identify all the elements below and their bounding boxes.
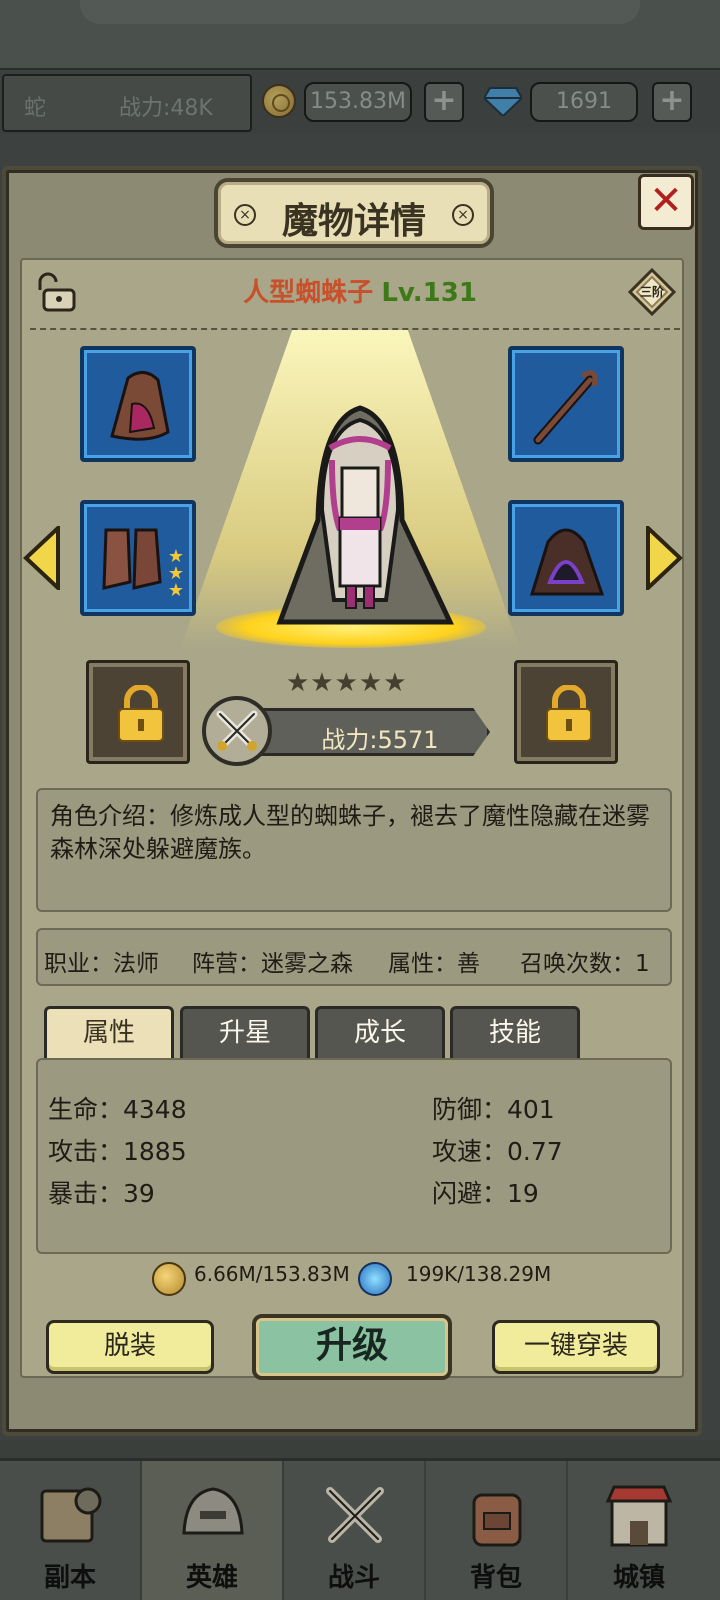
top-banner-decoration xyxy=(0,0,720,70)
nav-label: 战斗 xyxy=(327,1563,380,1593)
nav-heroes[interactable]: 英雄 xyxy=(142,1461,284,1600)
locked-slot-right[interactable] xyxy=(514,660,618,764)
gold-coin-icon xyxy=(262,84,296,118)
cloak-hood-icon xyxy=(529,528,605,596)
exp-cost: 199K/138.29M xyxy=(406,1262,552,1286)
hero-description-box: 角色介绍：修炼成人型的蜘蛛子，褪去了魔性隐藏在迷雾森林深处躲避魔族。 xyxy=(36,788,672,912)
rank-label: 三阶 xyxy=(639,285,664,299)
hero-description: 角色介绍：修炼成人型的蜘蛛子，褪去了魔性隐藏在迷雾森林深处躲避魔族。 xyxy=(50,802,650,863)
nav-dungeon[interactable]: 副本 xyxy=(0,1461,142,1600)
tab-skills[interactable]: 技能 xyxy=(450,1006,580,1060)
hero-title: 人型蜘蛛子 Lv.131 xyxy=(160,272,560,309)
stat-attack: 攻击：1885 xyxy=(48,1137,187,1166)
equip-all-button[interactable]: 一键穿装 xyxy=(492,1320,660,1374)
hero-star-rating: ★★★★★ xyxy=(286,668,408,698)
equip-slot-weapon[interactable] xyxy=(508,346,624,462)
nav-backpack[interactable]: 背包 xyxy=(426,1461,568,1600)
hero-attribute: 属性：善 xyxy=(388,951,480,977)
resource-bar: 蛇 战力:48K 153.83M + 1691 + xyxy=(0,72,720,134)
backpack-icon xyxy=(472,1493,522,1547)
staff-icon xyxy=(533,370,598,445)
dialog-title: 魔物详情 xyxy=(281,201,426,242)
stat-hp: 生命：4348 xyxy=(48,1095,187,1124)
swords-icon xyxy=(326,1487,384,1543)
stat-crit: 暴击：39 xyxy=(48,1179,155,1208)
banner-ornament xyxy=(80,0,640,24)
stats-panel: 生命：4348 防御：401 攻击：1885 攻速：0.77 暴击：39 闪避：… xyxy=(36,1058,672,1254)
gem-amount: 1691 xyxy=(530,82,638,122)
equip-slot-cloak[interactable] xyxy=(508,500,624,616)
exp-orb-icon xyxy=(358,1262,392,1296)
prev-hero-arrow-icon[interactable] xyxy=(22,526,62,590)
upgrade-button[interactable]: 升级 xyxy=(252,1314,452,1380)
rank-badge[interactable]: 三阶 xyxy=(627,267,677,317)
unequip-button[interactable]: 脱装 xyxy=(46,1320,214,1374)
helmet-icon xyxy=(182,1487,244,1535)
tab-growth[interactable]: 成长 xyxy=(315,1006,445,1060)
stat-attack-speed: 攻速：0.77 xyxy=(432,1137,563,1166)
hood-icon xyxy=(110,371,170,441)
locked-slot-left[interactable] xyxy=(86,660,190,764)
padlock-icon xyxy=(546,685,592,742)
stat-defense: 防御：401 xyxy=(432,1095,555,1124)
town-icon xyxy=(605,1485,673,1547)
close-button[interactable]: ✕ xyxy=(638,174,694,230)
nav-label: 城镇 xyxy=(612,1563,665,1593)
bottom-nav: 副本 英雄 战斗 背包 城镇 xyxy=(0,1458,720,1600)
add-gold-button[interactable]: + xyxy=(424,82,464,122)
combat-power-value: 战力:5571 xyxy=(321,726,439,754)
nav-label: 英雄 xyxy=(185,1563,238,1593)
player-info[interactable]: 蛇 战力:48K xyxy=(2,74,252,132)
swords-badge-icon xyxy=(216,710,258,751)
hero-info-row: 职业：法师 阵营：迷雾之森 属性：善 召唤次数：1 xyxy=(36,928,672,986)
player-power: 战力:48K xyxy=(119,96,213,121)
player-name: 蛇 xyxy=(24,96,47,121)
padlock-icon xyxy=(118,685,164,742)
hero-job: 职业：法师 xyxy=(44,951,159,977)
gold-cost: 6.66M/153.83M xyxy=(194,1262,350,1286)
nav-shadow xyxy=(0,1440,720,1460)
map-icon xyxy=(40,1487,102,1543)
nav-battle[interactable]: 战斗 xyxy=(284,1461,426,1600)
boots-stars: ★ ★ ★ xyxy=(167,546,184,601)
equip-slot-helmet[interactable] xyxy=(80,346,196,462)
unlock-icon[interactable] xyxy=(32,272,78,312)
tab-attributes[interactable]: 属性 xyxy=(44,1006,174,1060)
rivet-icon: × xyxy=(452,204,474,226)
stat-dodge: 闪避：19 xyxy=(432,1179,539,1208)
gold-amount: 153.83M xyxy=(304,82,412,122)
equip-slot-boots[interactable]: ★ ★ ★ xyxy=(80,500,196,616)
nav-label: 背包 xyxy=(469,1563,522,1593)
nav-town[interactable]: 城镇 xyxy=(568,1461,710,1600)
next-hero-arrow-icon[interactable] xyxy=(644,526,684,590)
tab-star-up[interactable]: 升星 xyxy=(180,1006,310,1060)
combat-power-bar: 战力:5571 xyxy=(250,708,490,756)
hero-name: 人型蜘蛛子 xyxy=(243,278,374,308)
gold-coin-icon xyxy=(152,1262,186,1296)
dialog-title-plate: × 魔物详情 × xyxy=(214,178,494,248)
hero-portrait[interactable] xyxy=(260,400,460,630)
diamond-icon xyxy=(484,87,522,116)
add-gem-button[interactable]: + xyxy=(652,82,692,122)
crossed-swords-icon xyxy=(202,696,272,766)
hero-level: Lv.131 xyxy=(381,278,477,308)
hero-camp: 阵营：迷雾之森 xyxy=(192,951,353,977)
nav-label: 副本 xyxy=(43,1563,96,1593)
divider xyxy=(30,328,680,330)
hero-summon-count: 召唤次数：1 xyxy=(520,951,650,977)
